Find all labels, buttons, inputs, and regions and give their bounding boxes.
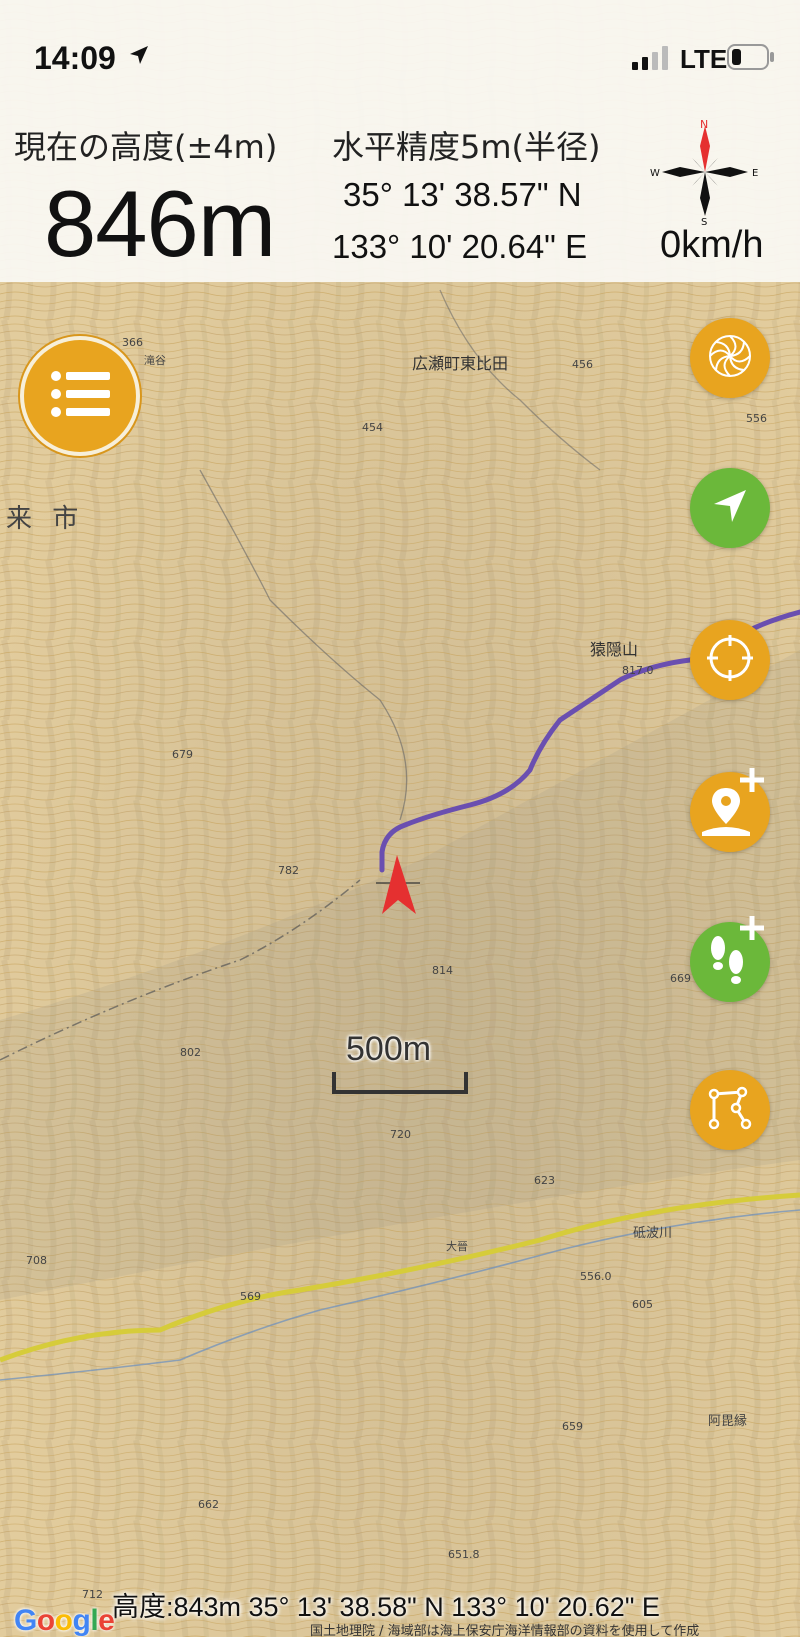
map-label-city: 来 市 <box>6 504 85 534</box>
location-services-icon <box>128 44 150 70</box>
longitude-value: 133° 10' 20.64" E <box>332 228 588 265</box>
menu-icon <box>50 370 110 422</box>
elevation-label: 669 <box>670 972 691 985</box>
google-logo: Google <box>14 1604 115 1637</box>
scale-bar <box>332 1072 468 1094</box>
speed-value: 0km/h <box>660 224 764 266</box>
status-time: 14:09 <box>34 40 116 76</box>
elevation-label: 456 <box>572 358 593 371</box>
accuracy-label: 水平精度5m(半径) <box>332 128 601 166</box>
center-location-button[interactable] <box>690 620 770 700</box>
elevation-label: 556 <box>746 412 767 425</box>
map-label-abi: 阿毘縁 <box>708 1414 748 1429</box>
map-attribution: 国土地理院 / 海域部は海上保安庁海洋情報部の資料を使用して作成 <box>310 1624 700 1637</box>
elevation-label: 651.8 <box>448 1548 480 1561</box>
elevation-label: 720 <box>390 1128 411 1141</box>
add-footsteps-icon <box>690 916 770 1004</box>
elevation-label: 556.0 <box>580 1270 612 1283</box>
svg-text:W: W <box>650 168 660 179</box>
elevation-label: 366 <box>122 336 143 349</box>
elevation-label: 814 <box>432 964 453 977</box>
elevation-label: 817.0 <box>622 664 654 677</box>
svg-text:E: E <box>752 168 758 179</box>
route-icon <box>706 1084 754 1136</box>
add-waypoint-button[interactable] <box>690 768 770 854</box>
map-label-takitani: 滝谷 <box>144 354 166 367</box>
menu-button[interactable] <box>24 340 136 452</box>
elevation-label: 662 <box>198 1498 219 1511</box>
navigate-button[interactable] <box>690 468 770 548</box>
elevation-label: 454 <box>362 421 383 434</box>
svg-text:N: N <box>700 118 708 131</box>
cursor-readout: 高度:843m 35° 13' 38.58" N 133° 10' 20.62"… <box>112 1592 660 1622</box>
info-header: 14:09 LTE 現在の高度(±4m) 846m 水平精度5m(半径) 35°… <box>0 0 800 282</box>
route-button[interactable] <box>690 1070 770 1150</box>
elevation-label: 623 <box>534 1174 555 1187</box>
altitude-value: 846m <box>44 171 276 276</box>
add-track-button[interactable] <box>690 916 770 1004</box>
add-location-icon <box>690 768 770 854</box>
crosshair-icon <box>704 632 756 688</box>
map-label-mountain: 猿隠山 <box>590 640 639 659</box>
scale-label: 500m <box>346 1030 432 1068</box>
elevation-label: 569 <box>240 1290 261 1303</box>
elevation-label: 712 <box>82 1588 103 1601</box>
status-bar: 14:09 LTE <box>0 0 800 110</box>
elevation-label: 802 <box>180 1046 201 1059</box>
elevation-label: 605 <box>632 1298 653 1311</box>
elevation-label: 708 <box>26 1254 47 1267</box>
elevation-label: 782 <box>278 864 299 877</box>
cellular-signal-icon <box>632 46 672 74</box>
map-label-river: 砥波川 <box>633 1226 673 1241</box>
battery-icon <box>727 44 775 74</box>
elevation-label: 659 <box>562 1420 583 1433</box>
compass-icon[interactable]: N E S W <box>650 118 760 230</box>
altitude-label: 現在の高度(±4m) <box>14 128 278 166</box>
elevation-label: 679 <box>172 748 193 761</box>
network-type: LTE <box>680 44 728 74</box>
layers-button[interactable] <box>690 318 770 398</box>
aperture-icon <box>707 333 753 383</box>
map-label-ooba: 大晉 <box>446 1240 468 1253</box>
navigation-arrow-icon <box>710 486 750 530</box>
latitude-value: 35° 13' 38.57" N <box>343 176 582 213</box>
map-label-town: 広瀬町東比田 <box>412 354 509 373</box>
